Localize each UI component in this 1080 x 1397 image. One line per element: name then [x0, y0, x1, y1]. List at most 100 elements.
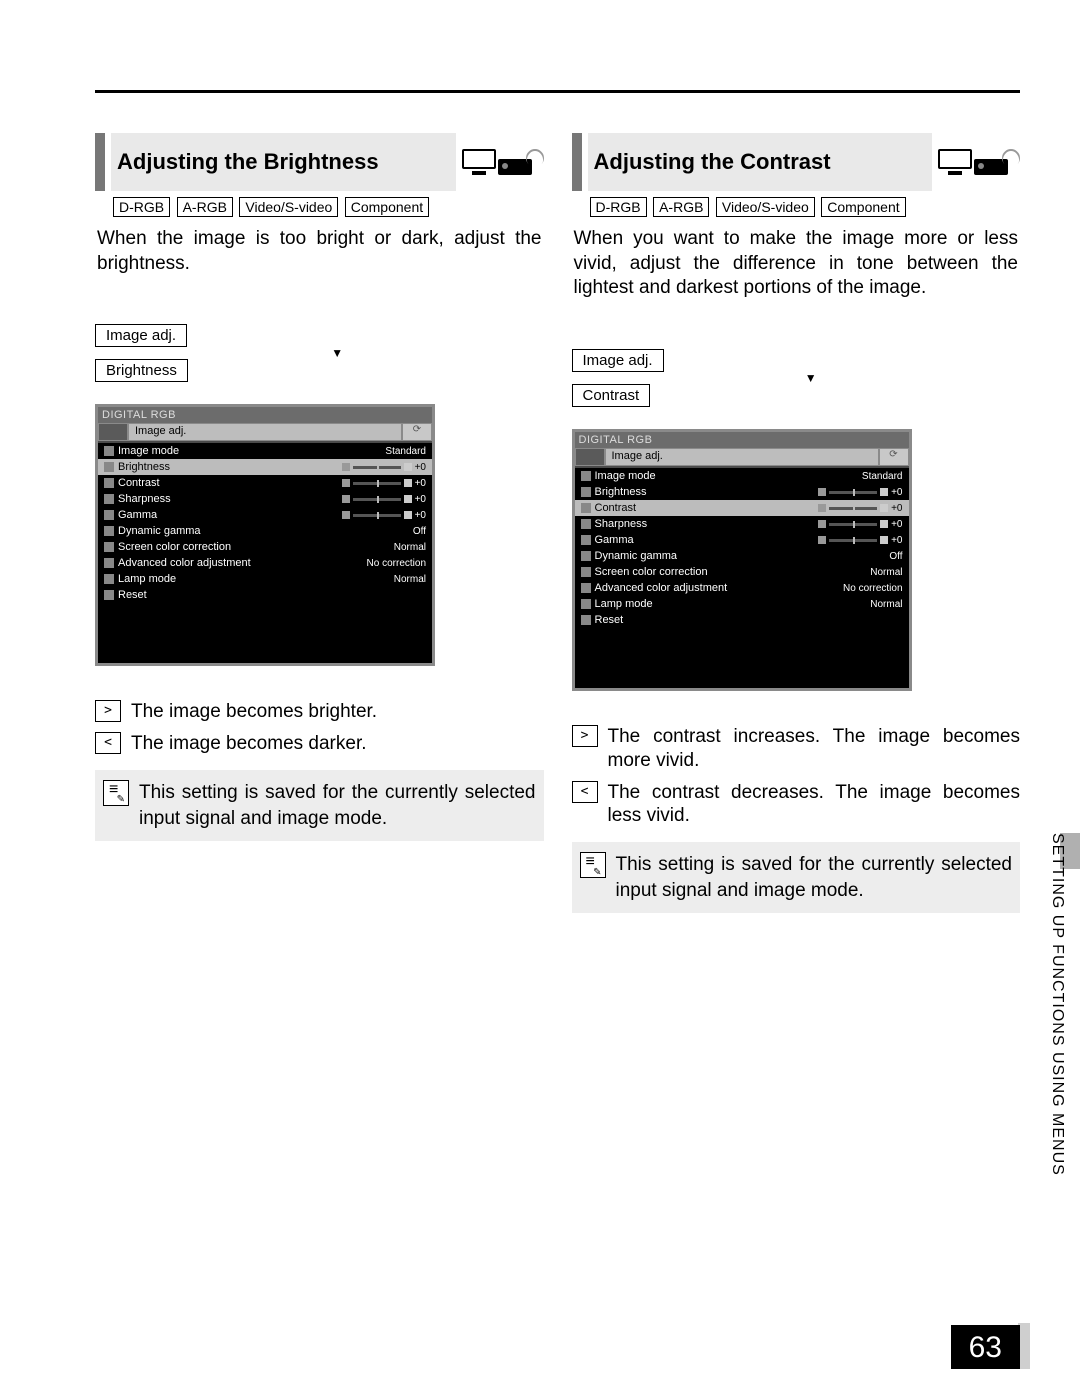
page-number: 63 — [951, 1325, 1020, 1369]
note-right: This setting is saved for the currently … — [572, 842, 1021, 913]
osd-row-label: Sharpness — [118, 493, 171, 505]
osd-row-label: Reset — [118, 589, 147, 601]
monitor-icon — [462, 149, 496, 175]
left-column: Adjusting the Brightness D-RGB A-RGB Vid… — [95, 133, 544, 913]
section-icons — [938, 149, 1020, 175]
crumb-1: Image adj. — [572, 349, 664, 372]
osd-row: Screen color correctionNormal — [575, 564, 909, 580]
osd-row-icon — [104, 542, 114, 552]
osd-tab-blank — [575, 448, 605, 466]
osd-row-icon — [581, 503, 591, 513]
osd-row-icon — [104, 574, 114, 584]
right-column: Adjusting the Contrast D-RGB A-RGB Video… — [572, 133, 1021, 913]
note-icon — [580, 852, 606, 878]
input-tags: D-RGB A-RGB Video/S-video Component — [95, 197, 544, 217]
osd-header: DIGITAL RGB — [98, 407, 432, 423]
tag-video: Video/S-video — [239, 197, 338, 217]
osd-row: Dynamic gammaOff — [575, 548, 909, 564]
osd-menu-left: DIGITAL RGBImage adj.⟳Image modeStandard… — [95, 404, 435, 666]
osd-row: Sharpness+0 — [98, 491, 432, 507]
osd-menu-right: DIGITAL RGBImage adj.⟳ Image modeStandard… — [572, 429, 912, 691]
tag-argb: A-RGB — [653, 197, 709, 217]
monitor-icon — [938, 149, 972, 175]
body-text-right: When you want to make the image more or … — [572, 227, 1021, 301]
osd-row-icon — [104, 462, 114, 472]
section-bar — [572, 133, 582, 191]
tag-component: Component — [345, 197, 429, 217]
input-tags: D-RGB A-RGB Video/S-video Component — [572, 197, 1021, 217]
osd-header: DIGITAL RGB — [575, 432, 909, 448]
note-text-left: This setting is saved for the currently … — [139, 780, 536, 831]
osd-row-icon — [581, 535, 591, 545]
osd-row: Screen color correctionNormal — [98, 539, 432, 555]
effect-lt-left: The image becomes darker. — [131, 732, 544, 756]
osd-row-label: Image mode — [595, 470, 656, 482]
osd-row-icon — [104, 526, 114, 536]
osd-row: Gamma+0 — [98, 507, 432, 523]
osd-row-icon — [581, 615, 591, 625]
osd-row: Reset — [575, 612, 909, 628]
osd-row-label: Image mode — [118, 445, 179, 457]
osd-row: Gamma+0 — [575, 532, 909, 548]
osd-help-icon: ⟳ — [402, 423, 432, 441]
crumb-1: Image adj. — [95, 324, 187, 347]
key-gt: > — [572, 725, 598, 747]
crumb-arrow: ▼ — [602, 372, 1021, 384]
osd-row: Brightness+0 — [575, 484, 909, 500]
key-lt: < — [572, 781, 598, 803]
osd-blank — [575, 628, 909, 688]
body-text-left: When the image is too bright or dark, ad… — [95, 227, 544, 276]
osd-row-label: Reset — [595, 614, 624, 626]
osd-row-label: Lamp mode — [595, 598, 653, 610]
osd-row-icon — [581, 519, 591, 529]
osd-row-icon — [104, 558, 114, 568]
side-label: SETTING UP FUNCTIONS USING MENUS — [1048, 833, 1066, 1176]
menu-path: Image adj. ▼ Contrast — [572, 349, 1021, 407]
effect-lt-right: The contrast decreases. The image become… — [608, 781, 1021, 829]
osd-row-label: Screen color correction — [595, 566, 708, 578]
osd-help-icon: ⟳ — [879, 448, 909, 466]
osd-row-label: Contrast — [595, 502, 637, 514]
section-bar — [95, 133, 105, 191]
tag-component: Component — [821, 197, 905, 217]
osd-row-icon — [104, 510, 114, 520]
osd-row: Image modeStandard — [575, 468, 909, 484]
osd-row: Lamp modeNormal — [575, 596, 909, 612]
osd-row-label: Dynamic gamma — [118, 525, 201, 537]
osd-row-label: Screen color correction — [118, 541, 231, 553]
tag-argb: A-RGB — [177, 197, 233, 217]
osd-row-label: Brightness — [118, 461, 170, 473]
section-title-left: Adjusting the Brightness — [111, 133, 456, 191]
section-icons — [462, 149, 544, 175]
section-title-right: Adjusting the Contrast — [588, 133, 933, 191]
note-text-right: This setting is saved for the currently … — [616, 852, 1013, 903]
osd-tab: Image adj. — [605, 448, 879, 466]
osd-tab: Image adj. — [128, 423, 402, 441]
osd-row: Dynamic gammaOff — [98, 523, 432, 539]
tag-drgb: D-RGB — [113, 197, 170, 217]
osd-row-icon — [104, 446, 114, 456]
osd-row: Brightness+0 — [98, 459, 432, 475]
osd-row-icon — [104, 494, 114, 504]
osd-row: Advanced color adjustmentNo correction — [98, 555, 432, 571]
osd-row-label: Gamma — [595, 534, 634, 546]
osd-row-label: Advanced color adjustment — [595, 582, 728, 594]
osd-row-label: Gamma — [118, 509, 157, 521]
osd-row-label: Lamp mode — [118, 573, 176, 585]
osd-row-label: Brightness — [595, 486, 647, 498]
effect-gt-left: The image becomes brighter. — [131, 700, 544, 724]
osd-row-label: Sharpness — [595, 518, 648, 530]
osd-row: Sharpness+0 — [575, 516, 909, 532]
osd-row: Advanced color adjustmentNo correction — [575, 580, 909, 596]
osd-tab-blank — [98, 423, 128, 441]
tag-video: Video/S-video — [716, 197, 815, 217]
osd-row-label: Dynamic gamma — [595, 550, 678, 562]
tag-drgb: D-RGB — [590, 197, 647, 217]
osd-row-icon — [104, 590, 114, 600]
osd-row: Lamp modeNormal — [98, 571, 432, 587]
osd-row-label: Contrast — [118, 477, 160, 489]
crumb-2: Contrast — [572, 384, 651, 407]
osd-row-label: Advanced color adjustment — [118, 557, 251, 569]
osd-row: Reset — [98, 587, 432, 603]
osd-row: Contrast+0 — [98, 475, 432, 491]
